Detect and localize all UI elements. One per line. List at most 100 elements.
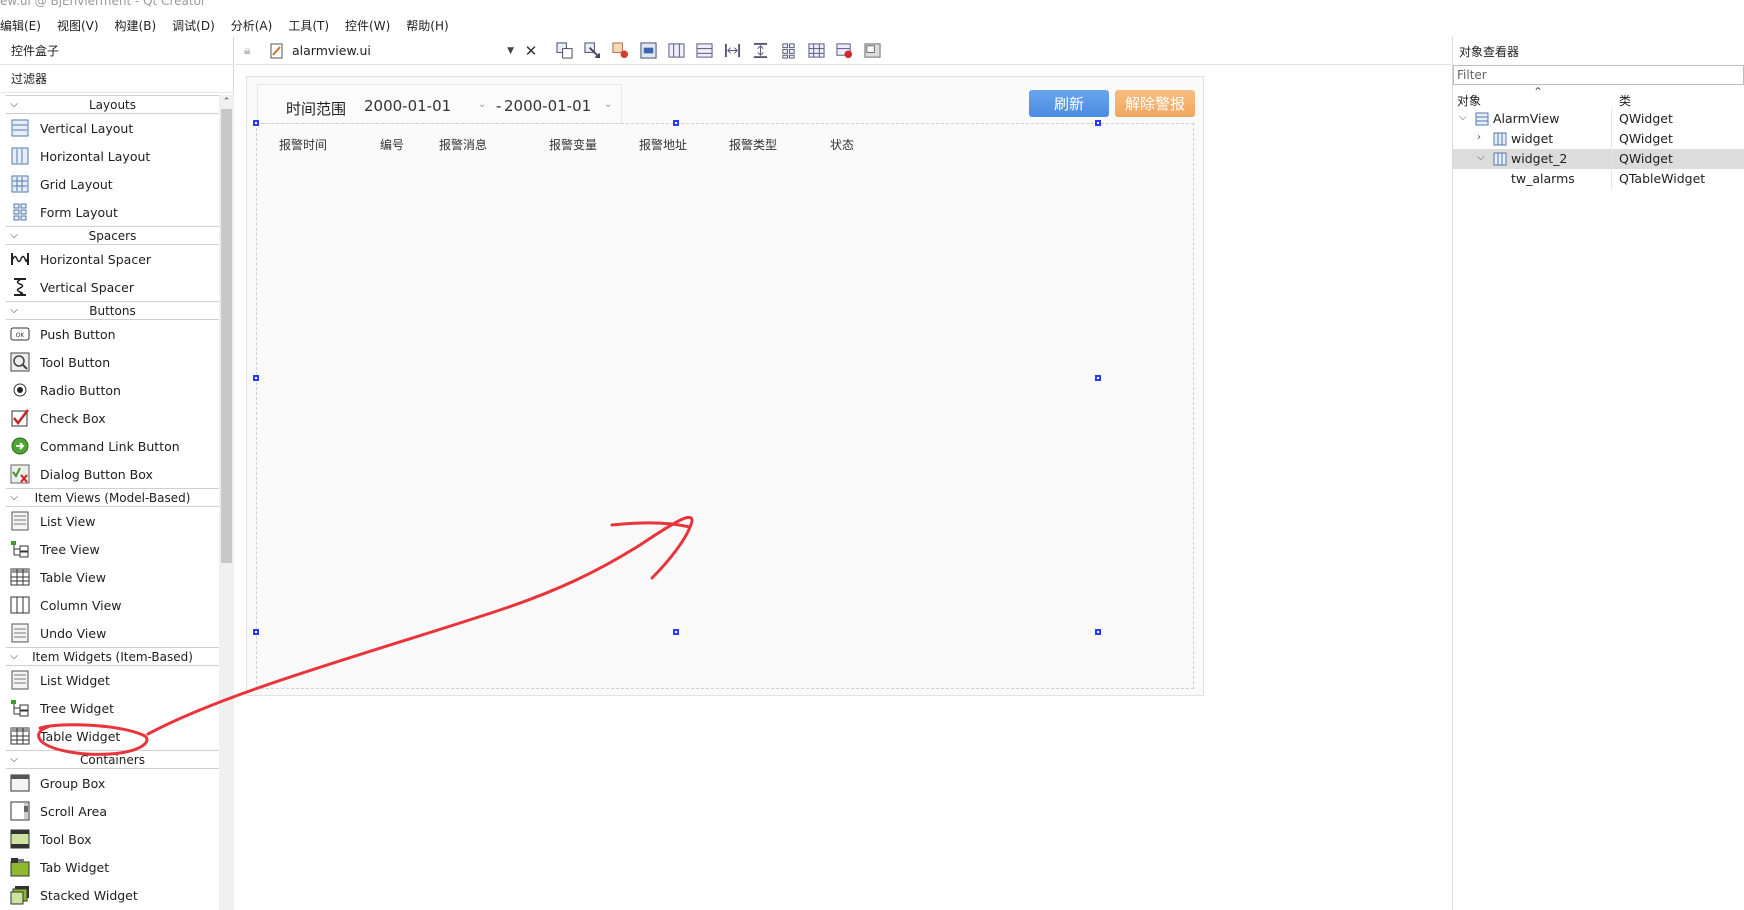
layout-vertical-icon[interactable] [690,41,718,61]
break-layout-icon[interactable] [830,41,858,61]
widget-box-panel: 控件盒子 过滤器 ⌵ Layouts Vertical Layout Horizo… [0,37,234,910]
widget-push-button[interactable]: OK Push Button [6,320,219,348]
layout-splitter-vertical-icon[interactable] [746,41,774,61]
resize-handle[interactable] [1095,629,1101,635]
widget-undo-view[interactable]: Undo View [6,619,219,647]
widget-check-box[interactable]: Check Box [6,404,219,432]
resize-handle[interactable] [253,375,259,381]
chevron-down-icon[interactable]: ⌵ [1459,112,1467,123]
column-header[interactable]: 报警消息 [439,136,487,153]
widget-tool-button[interactable]: Tool Button [6,348,219,376]
category-spacers[interactable]: ⌵ Spacers [6,226,219,245]
menu-debug[interactable]: 调试(D) [172,17,223,34]
menu-edit[interactable]: 编辑(E) [0,17,49,34]
category-containers[interactable]: ⌵ Containers [6,750,219,769]
category-buttons[interactable]: ⌵ Buttons [6,301,219,320]
close-document-icon[interactable]: ✕ [520,42,542,60]
edit-buddies-icon[interactable] [606,41,634,61]
resize-handle[interactable] [673,120,679,126]
tree-row[interactable]: › widget QWidget [1453,129,1744,149]
lock-icon[interactable]: 🔒︎ [244,43,264,58]
column-class[interactable]: 类 [1619,92,1631,109]
design-canvas[interactable]: 时间范围 2000-01-01 ⌄ - 2000-01-01 ⌄ 刷新 解除警报… [236,66,1451,910]
menu-build[interactable]: 构建(B) [115,17,165,34]
widget-table-view[interactable]: Table View [6,563,219,591]
layout-grid-icon[interactable] [802,41,830,61]
resize-handle[interactable] [673,629,679,635]
column-header[interactable]: 报警变量 [549,136,597,153]
widget-stacked-widget[interactable]: Stacked Widget [6,881,219,909]
widget-vertical-layout[interactable]: Vertical Layout [6,114,219,142]
widget-tree-view[interactable]: Tree View [6,535,219,563]
widget-grid-layout[interactable]: Grid Layout [6,170,219,198]
chevron-down-icon[interactable]: ⌵ [1477,152,1485,163]
object-filter-input[interactable]: Filter [1453,65,1744,85]
menu-view[interactable]: 视图(V) [57,17,107,34]
column-header[interactable]: 编号 [380,136,404,153]
widget-scroll-area[interactable]: Scroll Area [6,797,219,825]
scroll-up-icon[interactable]: ⌃ [221,95,232,109]
widget-group-box[interactable]: Group Box [6,769,219,797]
widget-tool-box[interactable]: Tool Box [6,825,219,853]
date-to-input[interactable]: 2000-01-01 [504,97,591,115]
tree-row-selected[interactable]: ⌵ widget_2 QWidget [1453,149,1744,169]
widget-command-link-button[interactable]: Command Link Button [6,432,219,460]
resize-handle[interactable] [253,629,259,635]
adjust-size-icon[interactable] [858,41,886,61]
chevron-down-icon[interactable]: ⌄ [478,99,486,110]
widget-radio-button[interactable]: Radio Button [6,376,219,404]
widget-top-bar[interactable]: 时间范围 2000-01-01 ⌄ - 2000-01-01 ⌄ 刷新 解除警报 [256,83,1208,124]
column-object[interactable]: 对象 [1457,92,1481,109]
widget-box-filter[interactable]: 过滤器 [0,65,233,93]
widget-horizontal-spacer[interactable]: Horizontal Spacer [6,245,219,273]
category-item-widgets[interactable]: ⌵ Item Widgets (Item-Based) [6,647,219,666]
column-header[interactable]: 报警地址 [639,136,687,153]
form-alarm-view[interactable]: 时间范围 2000-01-01 ⌄ - 2000-01-01 ⌄ 刷新 解除警报… [246,76,1204,696]
widget-list-widget[interactable]: List Widget [6,666,219,694]
menu-analyze[interactable]: 分析(A) [231,17,281,34]
edit-tab-order-icon[interactable] [634,41,662,61]
menu-tools[interactable]: 工具(T) [288,17,337,34]
column-header[interactable]: 报警类型 [729,136,777,153]
menu-help[interactable]: 帮助(H) [406,17,456,34]
category-layouts[interactable]: ⌵ Layouts [6,95,219,114]
edit-signals-icon[interactable] [578,41,606,61]
layout-form-icon[interactable] [774,41,802,61]
chevron-down-icon: ⌵ [10,754,18,765]
object-inspector-title: 对象查看器 [1459,44,1520,59]
widget-list-view[interactable]: List View [6,507,219,535]
tree-row[interactable]: ⌵ AlarmView QWidget [1453,109,1744,129]
edit-widgets-icon[interactable] [550,41,578,61]
widget-dialog-button-box[interactable]: Dialog Button Box [6,460,219,488]
category-item-views[interactable]: ⌵ Item Views (Model-Based) [6,488,219,507]
column-header[interactable]: 报警时间 [279,136,327,153]
object-name: AlarmView [1493,111,1560,126]
chevron-down-icon[interactable]: ⌄ [604,99,612,110]
vertical-spacer-icon [10,277,30,297]
widget-column-view[interactable]: Column View [6,591,219,619]
widget-table-widget[interactable]: Table Widget [6,722,219,750]
widget-tab-widget[interactable]: Tab Widget [6,853,219,881]
resize-handle[interactable] [1095,375,1101,381]
widget-2-selection[interactable] [256,123,1194,689]
chevron-right-icon[interactable]: › [1477,132,1481,143]
resize-handle[interactable] [1095,120,1101,126]
resize-handle[interactable] [253,120,259,126]
file-selector[interactable]: alarmview.ui ▼ [270,43,520,59]
object-name: widget [1511,131,1554,146]
date-from-input[interactable]: 2000-01-01 [364,97,451,115]
column-header[interactable]: 状态 [830,136,854,153]
layout-splitter-horizontal-icon[interactable] [718,41,746,61]
layout-horizontal-icon[interactable] [662,41,690,61]
widget-form-layout[interactable]: Form Layout [6,198,219,226]
tree-row[interactable]: tw_alarms QTableWidget [1453,169,1744,189]
scrollbar-thumb[interactable] [221,109,232,563]
refresh-button[interactable]: 刷新 [1029,90,1109,117]
widget-vertical-spacer[interactable]: Vertical Spacer [6,273,219,301]
menu-bar: 编辑(E) 视图(V) 构建(B) 调试(D) 分析(A) 工具(T) 控件(W… [0,14,1744,36]
menu-widgets[interactable]: 控件(W) [345,17,398,34]
widget-box-scrollbar[interactable]: ⌃ [219,95,234,910]
clear-alarm-button[interactable]: 解除警报 [1115,90,1195,117]
widget-horizontal-layout[interactable]: Horizontal Layout [6,142,219,170]
widget-tree-widget[interactable]: Tree Widget [6,694,219,722]
